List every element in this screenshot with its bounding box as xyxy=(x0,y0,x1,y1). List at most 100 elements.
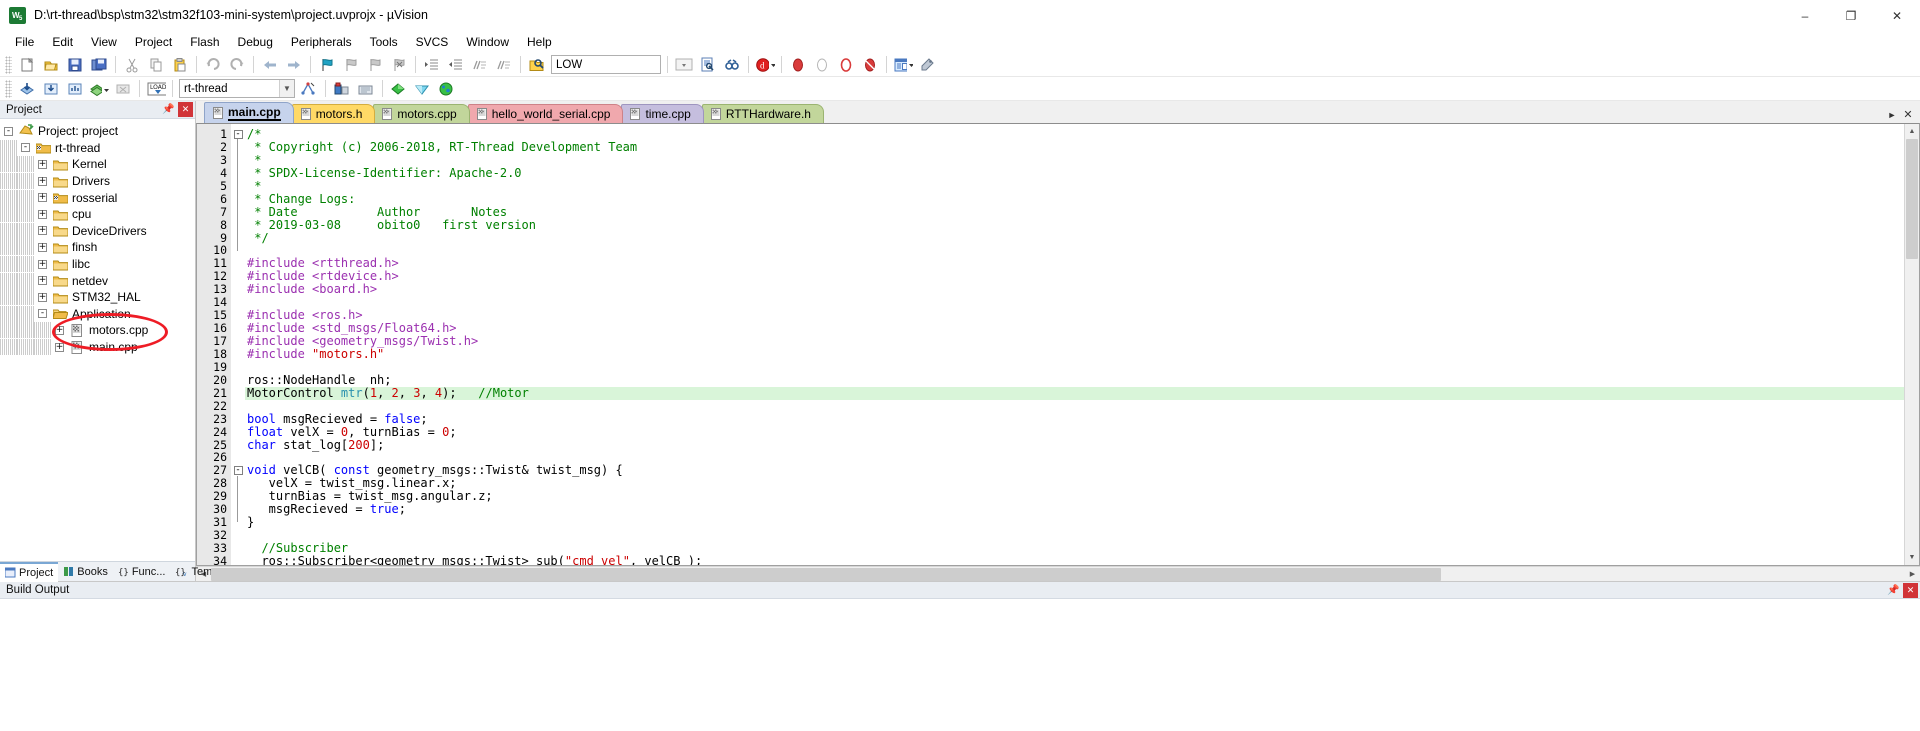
code-line[interactable] xyxy=(245,361,1904,374)
pin-icon[interactable]: 📌 xyxy=(161,102,176,117)
tree-item-project-project[interactable]: -Project: project xyxy=(0,123,195,140)
find-replace-icon[interactable] xyxy=(697,54,719,75)
menu-edit[interactable]: Edit xyxy=(43,32,82,52)
tree-expander[interactable]: + xyxy=(34,210,51,219)
tree-expander[interactable]: + xyxy=(34,160,51,169)
tree-item-main-cpp[interactable]: +main.cpp xyxy=(0,339,195,356)
code-editor[interactable]: 1234567891011121314151617181920212223242… xyxy=(196,123,1920,566)
code-line[interactable]: char stat_log[200]; xyxy=(245,439,1904,452)
code-line[interactable]: msgRecieved = true; xyxy=(245,503,1904,516)
editor-tab-hello-world-serial-cpp[interactable]: hello_world_serial.cpp xyxy=(468,104,624,123)
menu-file[interactable]: File xyxy=(6,32,43,52)
translate-icon[interactable] xyxy=(16,78,38,99)
menu-debug[interactable]: Debug xyxy=(229,32,282,52)
code-line[interactable]: bool msgRecieved = false; xyxy=(245,413,1904,426)
navigate-forward-icon[interactable] xyxy=(283,54,305,75)
tree-expander[interactable]: + xyxy=(34,260,51,269)
scroll-right-arrow-icon[interactable]: ▶ xyxy=(1905,567,1920,582)
comment-icon[interactable] xyxy=(469,54,491,75)
code-line[interactable]: * SPDX-License-Identifier: Apache-2.0 xyxy=(245,167,1904,180)
window-layout-icon[interactable] xyxy=(892,54,914,75)
tree-item-motors-cpp[interactable]: +motors.cpp xyxy=(0,322,195,339)
tree-item-stm32-hal[interactable]: +STM32_HAL xyxy=(0,289,195,306)
code-line[interactable]: * 2019-03-08 obito0 first version xyxy=(245,219,1904,232)
close-icon[interactable]: ✕ xyxy=(178,102,193,117)
tree-item-libc[interactable]: +libc xyxy=(0,256,195,273)
tree-expander[interactable]: + xyxy=(34,177,51,186)
menu-window[interactable]: Window xyxy=(457,32,518,52)
tree-item-drivers[interactable]: +Drivers xyxy=(0,173,195,190)
minimize-button[interactable]: – xyxy=(1782,0,1828,31)
config-wizard-icon[interactable] xyxy=(916,54,938,75)
code-folding-column[interactable]: -- xyxy=(231,124,245,565)
cut-icon[interactable] xyxy=(121,54,143,75)
search-combo[interactable]: LOW xyxy=(551,55,661,74)
tree-expander[interactable]: - xyxy=(34,309,51,318)
multi-project-icon[interactable] xyxy=(355,78,377,99)
fold-toggle[interactable]: - xyxy=(231,128,245,141)
editor-tab-motors-h[interactable]: motors.h xyxy=(292,104,376,123)
code-line[interactable]: #include <ros.h> xyxy=(245,309,1904,322)
tree-expander[interactable]: + xyxy=(34,243,51,252)
maximize-button[interactable]: ❐ xyxy=(1828,0,1874,31)
tree-expander[interactable]: + xyxy=(51,326,68,335)
redo-icon[interactable] xyxy=(226,54,248,75)
pack-manage-icon[interactable] xyxy=(412,78,434,99)
code-line[interactable]: #include <board.h> xyxy=(245,283,1904,296)
menu-project[interactable]: Project xyxy=(126,32,181,52)
code-line[interactable]: */ xyxy=(245,232,1904,245)
save-icon[interactable] xyxy=(64,54,86,75)
code-line[interactable] xyxy=(245,244,1904,257)
tree-item-application[interactable]: -Application xyxy=(0,306,195,323)
tree-expander[interactable]: + xyxy=(34,276,51,285)
code-line[interactable]: #include <std_msgs/Float64.h> xyxy=(245,322,1904,335)
copy-icon[interactable] xyxy=(145,54,167,75)
pack-installer-icon[interactable] xyxy=(388,78,410,99)
tree-expander[interactable]: + xyxy=(51,343,68,352)
save-all-icon[interactable] xyxy=(88,54,110,75)
panel-tab-project[interactable]: Project xyxy=(0,562,58,582)
new-file-icon[interactable] xyxy=(16,54,38,75)
tree-expander[interactable]: + xyxy=(34,193,51,202)
breakpoint-disable-all-icon[interactable] xyxy=(835,54,857,75)
find-next-icon[interactable] xyxy=(721,54,743,75)
download-icon[interactable]: LOAD xyxy=(145,78,167,99)
code-line[interactable]: } xyxy=(245,516,1904,529)
tree-item-netdev[interactable]: +netdev xyxy=(0,272,195,289)
build-icon[interactable] xyxy=(40,78,62,99)
outdent-icon[interactable] xyxy=(445,54,467,75)
open-file-icon[interactable] xyxy=(40,54,62,75)
vscroll-track[interactable] xyxy=(1905,139,1919,550)
menu-tools[interactable]: Tools xyxy=(361,32,407,52)
tree-item-kernel[interactable]: +Kernel xyxy=(0,156,195,173)
bookmark-clear-icon[interactable] xyxy=(388,54,410,75)
tree-item-rt-thread[interactable]: -rt-thread xyxy=(0,140,195,157)
build-output-text[interactable] xyxy=(0,599,1920,731)
close-icon[interactable]: ✕ xyxy=(1903,583,1918,598)
code-text[interactable]: /* * Copyright (c) 2006-2018, RT-Thread … xyxy=(245,124,1904,565)
options-target-icon[interactable] xyxy=(331,78,353,99)
tab-scroll-down-icon[interactable]: ► xyxy=(1886,110,1898,120)
toolbar-grip[interactable] xyxy=(5,80,12,98)
code-line[interactable]: void velCB( const geometry_msgs::Twist& … xyxy=(245,464,1904,477)
code-line[interactable]: #include <rtthread.h> xyxy=(245,257,1904,270)
editor-vertical-scrollbar[interactable]: ▲ ▼ xyxy=(1904,124,1919,565)
code-line[interactable]: turnBias = twist_msg.angular.z; xyxy=(245,490,1904,503)
scroll-down-arrow-icon[interactable]: ▼ xyxy=(1905,550,1919,565)
code-line[interactable]: * xyxy=(245,180,1904,193)
panel-tab-books[interactable]: Books xyxy=(58,562,113,582)
code-line[interactable] xyxy=(245,400,1904,413)
project-tree[interactable]: -Project: project-rt-thread+Kernel+Drive… xyxy=(0,119,195,561)
editor-tab-rtthardware-h[interactable]: RTTHardware.h xyxy=(702,104,824,123)
vscroll-thumb[interactable] xyxy=(1906,139,1918,259)
debug-start-icon[interactable]: d xyxy=(754,54,776,75)
tree-expander[interactable]: + xyxy=(34,293,51,302)
pack-update-icon[interactable] xyxy=(436,78,458,99)
tree-item-finsh[interactable]: +finsh xyxy=(0,239,195,256)
code-line[interactable] xyxy=(245,529,1904,542)
menu-peripherals[interactable]: Peripherals xyxy=(282,32,361,52)
menu-help[interactable]: Help xyxy=(518,32,561,52)
editor-horizontal-scrollbar[interactable]: ◀ ▶ xyxy=(196,566,1920,581)
editor-tab-time-cpp[interactable]: time.cpp xyxy=(621,104,703,123)
code-line[interactable]: * Copyright (c) 2006-2018, RT-Thread Dev… xyxy=(245,141,1904,154)
